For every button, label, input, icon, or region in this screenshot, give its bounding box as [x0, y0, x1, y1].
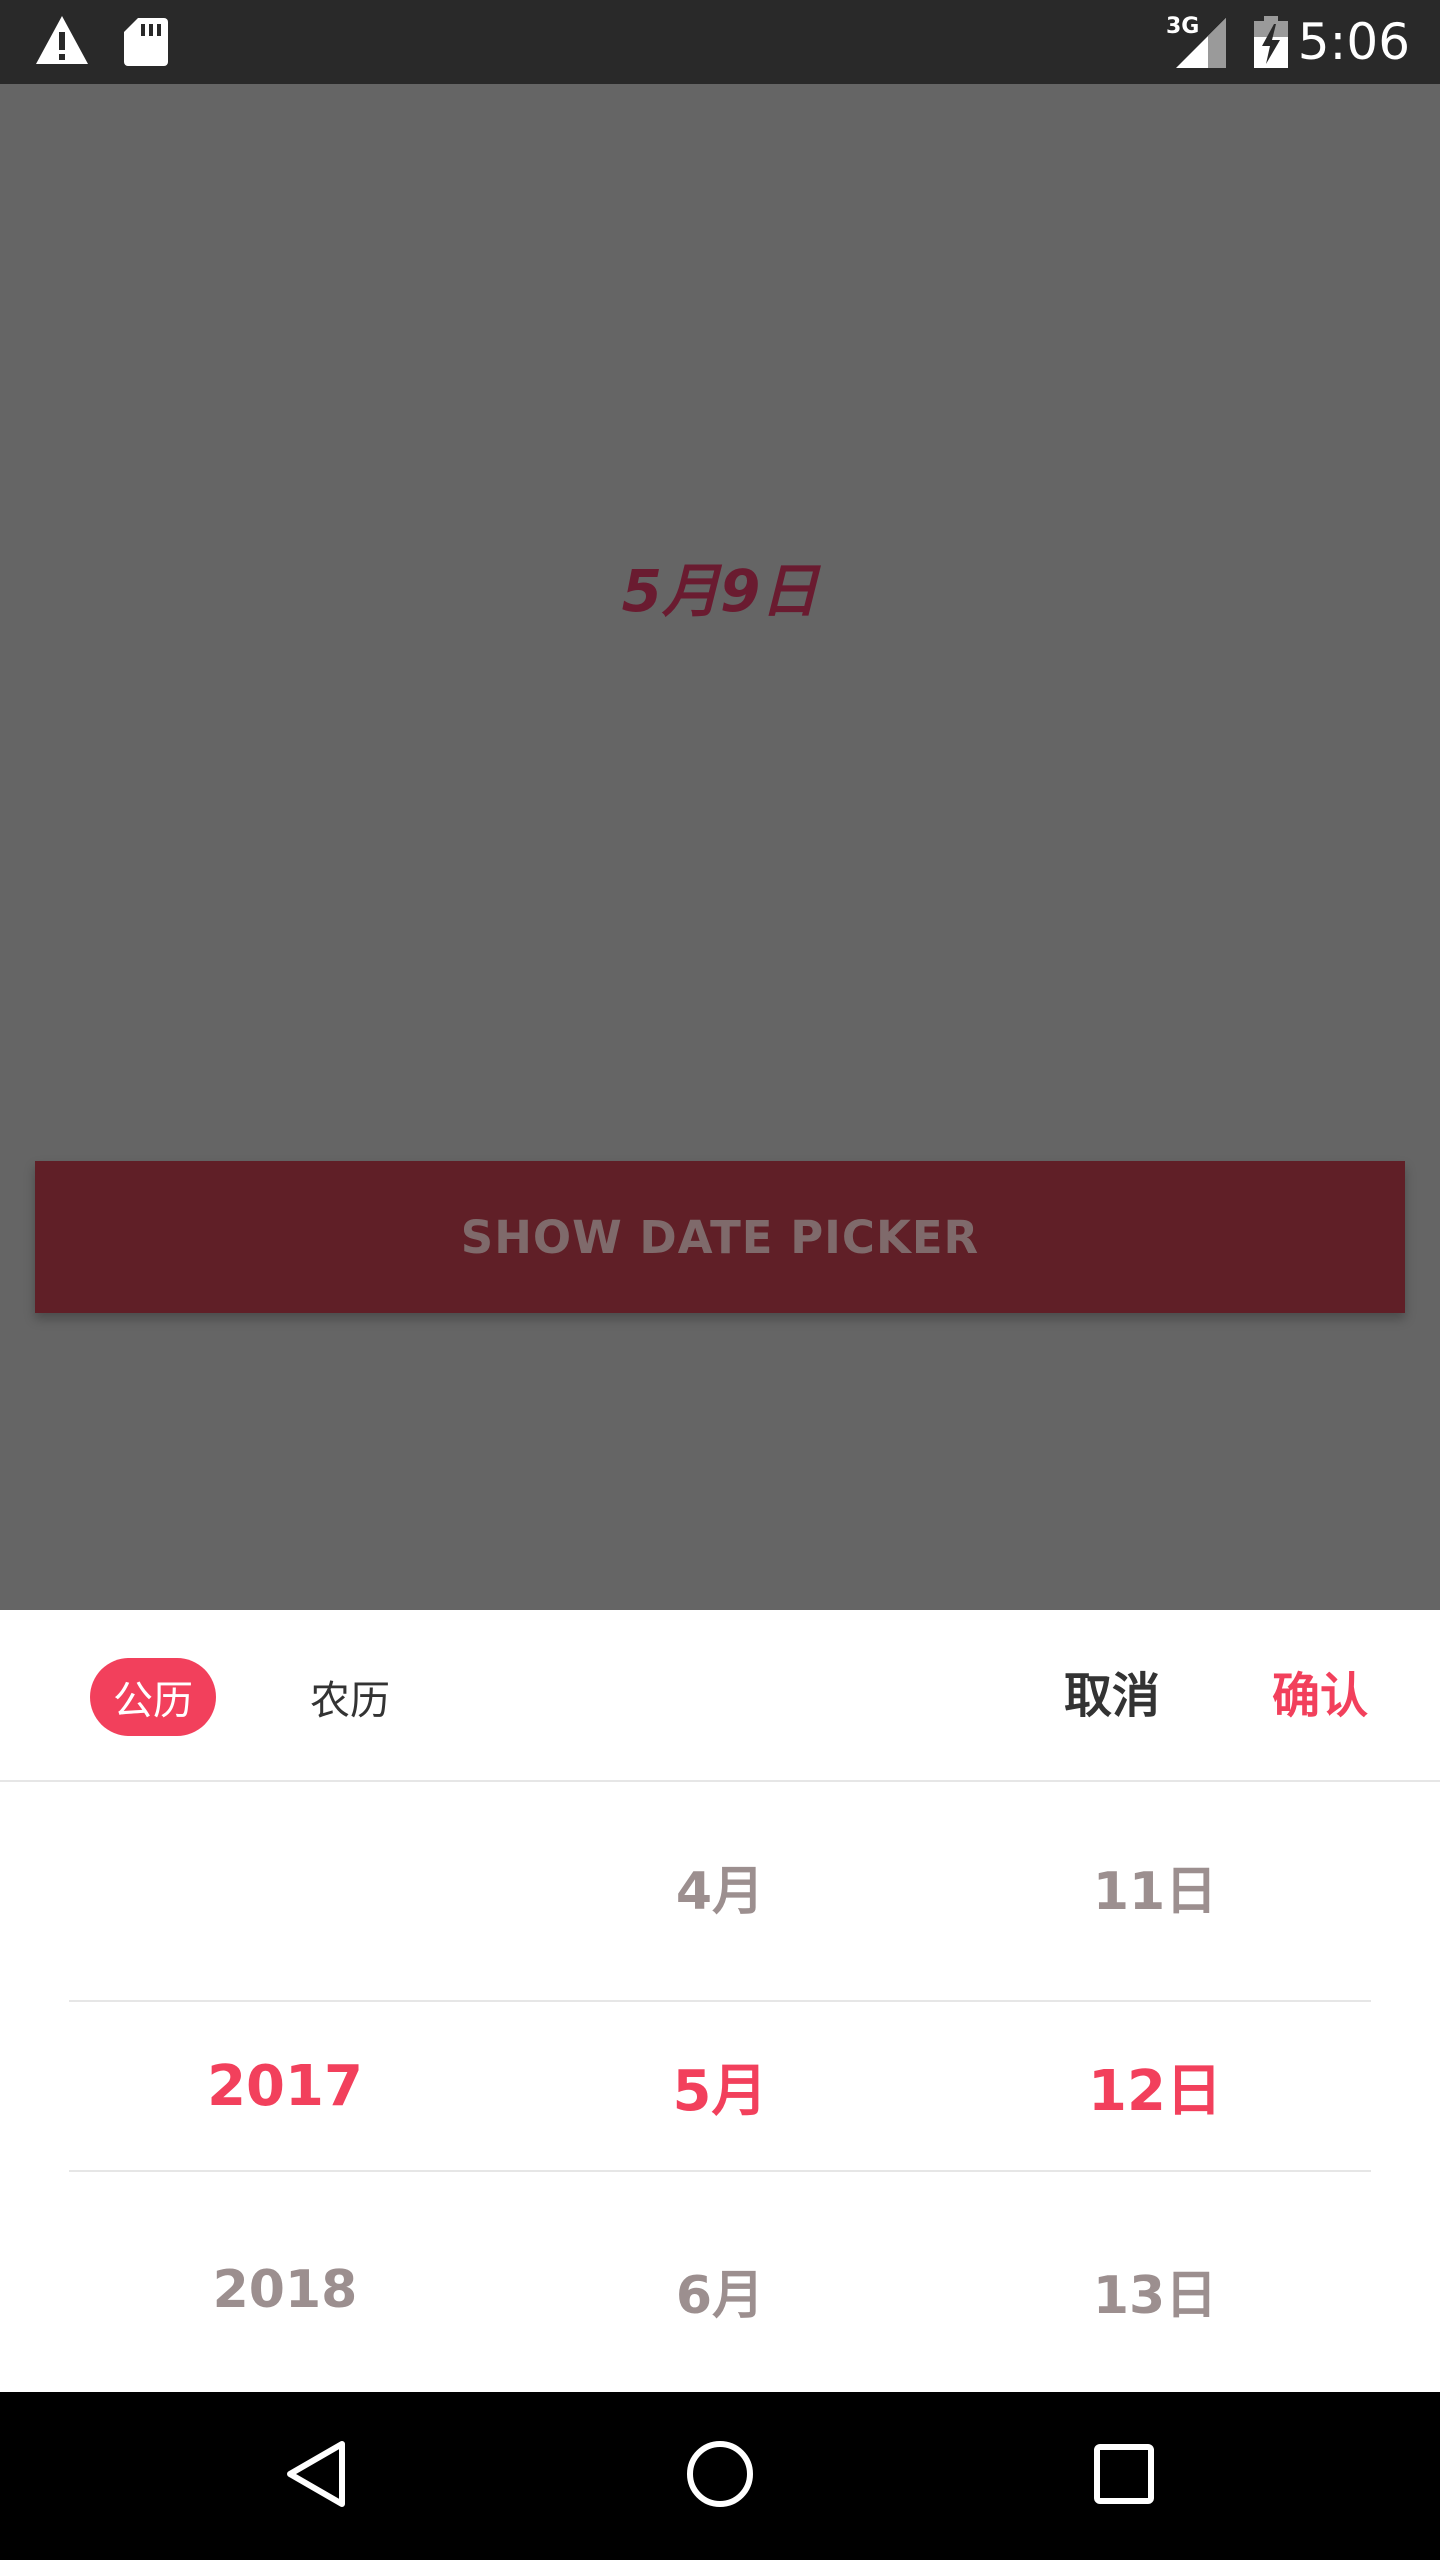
- screen: 3G 5:06 5月9日 SHOW DATE PICKER 公历 农历 取消 确…: [0, 0, 1440, 2560]
- day-option-selected[interactable]: 12日: [940, 2002, 1370, 2170]
- day-option-above[interactable]: 11日: [940, 1786, 1370, 1986]
- year-option-below[interactable]: 2018: [70, 2190, 500, 2390]
- month-option-above[interactable]: 4月: [500, 1786, 940, 1986]
- recents-icon: [1092, 2442, 1156, 2510]
- status-bar: 3G 5:06: [0, 0, 1440, 84]
- tab-lunar-calendar[interactable]: 农历: [290, 1658, 410, 1736]
- battery-charging-icon: [1254, 16, 1288, 72]
- month-option-selected[interactable]: 5月: [500, 2002, 940, 2170]
- status-time: 5:06: [1297, 13, 1410, 71]
- home-button[interactable]: [670, 2426, 770, 2526]
- confirm-button[interactable]: 确认: [1272, 1654, 1368, 1738]
- date-picker-sheet: 公历 农历 取消 确认 4月 11日 2017 5月 12日 2018 6月 1…: [0, 1610, 1440, 2392]
- date-wheel[interactable]: 4月 11日 2017 5月 12日 2018 6月 13日: [0, 1782, 1440, 2392]
- cancel-button[interactable]: 取消: [1064, 1654, 1160, 1738]
- tab-solar-calendar[interactable]: 公历: [90, 1658, 216, 1736]
- navigation-bar: [0, 2392, 1440, 2560]
- day-option-below[interactable]: 13日: [940, 2190, 1370, 2390]
- selected-date-display: 5月9日: [621, 557, 819, 625]
- wheel-row-selected: 2017 5月 12日: [0, 2002, 1440, 2170]
- back-icon: [284, 2438, 348, 2514]
- month-option-below[interactable]: 6月: [500, 2190, 940, 2390]
- home-icon: [684, 2438, 756, 2514]
- wheel-row-above: 4月 11日: [0, 1786, 1440, 1986]
- sd-card-icon: [124, 16, 168, 72]
- app-content: 5月9日 SHOW DATE PICKER: [0, 84, 1440, 1610]
- network-type-label: 3G: [1166, 14, 1200, 39]
- show-date-picker-button[interactable]: SHOW DATE PICKER: [35, 1161, 1405, 1313]
- back-button[interactable]: [266, 2426, 366, 2526]
- year-option-above[interactable]: [70, 1786, 500, 1986]
- wheel-row-below: 2018 6月 13日: [0, 2190, 1440, 2390]
- picker-header: 公历 农历 取消 确认: [0, 1610, 1440, 1782]
- recents-button[interactable]: [1074, 2426, 1174, 2526]
- warning-icon: [34, 14, 90, 70]
- selection-divider-bottom: [69, 2170, 1371, 2172]
- year-option-selected[interactable]: 2017: [70, 2002, 500, 2170]
